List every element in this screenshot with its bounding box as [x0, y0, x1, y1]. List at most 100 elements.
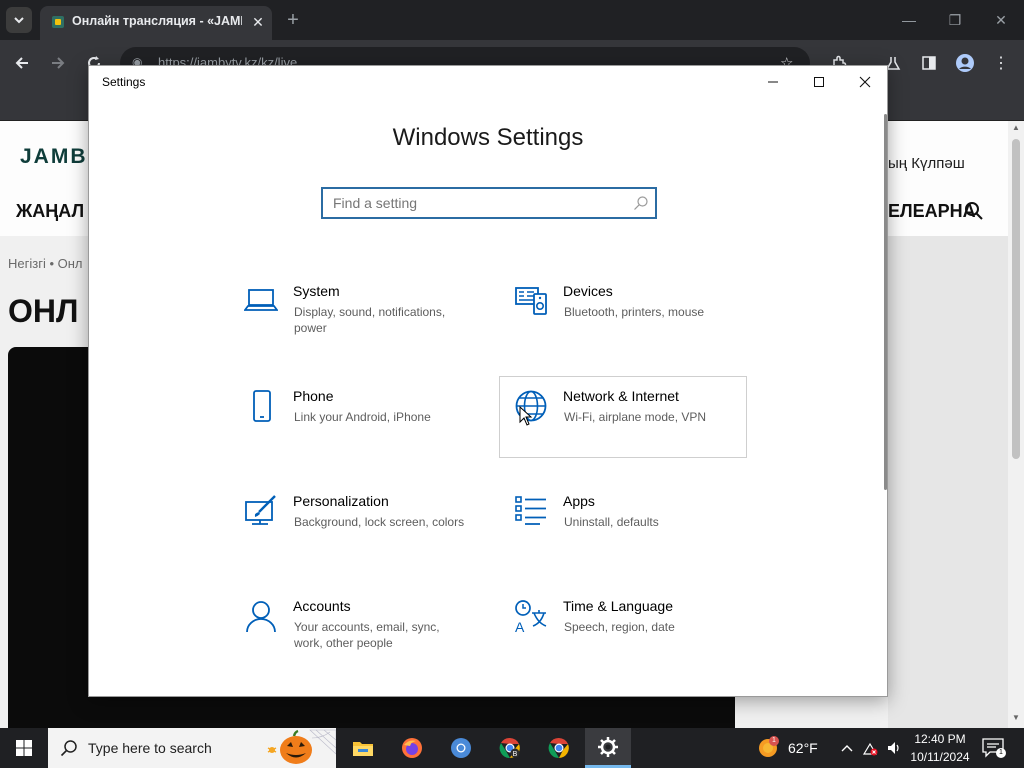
tile-title: Apps	[563, 493, 595, 509]
clock-date[interactable]: 10/11/2024	[904, 750, 976, 764]
taskbar-chrome-profile[interactable]: B	[487, 728, 533, 768]
tile-title: Time & Language	[563, 598, 673, 614]
network-disconnected-icon[interactable]	[862, 740, 878, 756]
nav-item-channels[interactable]: ЕЛЕАРНА	[888, 201, 976, 222]
tab-search-button[interactable]	[6, 7, 32, 33]
tile-title: System	[293, 283, 340, 299]
chevron-down-icon	[14, 17, 24, 24]
time-language-icon: A	[515, 600, 547, 633]
folder-icon	[353, 742, 373, 756]
apps-list-icon	[515, 496, 546, 525]
taskbar-firefox[interactable]	[389, 728, 435, 768]
paintbrush-icon	[245, 495, 276, 525]
notification-count-badge: 1	[996, 748, 1006, 758]
taskbar-chrome[interactable]	[536, 728, 582, 768]
tile-description: Link your Android, iPhone	[294, 410, 431, 424]
forward-arrow-icon[interactable]	[45, 50, 71, 76]
taskbar-search-placeholder: Type here to search	[88, 740, 212, 756]
search-highlight-pumpkin-icon	[267, 729, 336, 764]
site-search-icon[interactable]	[964, 201, 984, 221]
svg-text:A: A	[515, 619, 525, 633]
page-scrollbar[interactable]: ▲ ▼	[1008, 121, 1024, 728]
tile-phone[interactable]: Phone Link your Android, iPhone	[230, 377, 478, 459]
tile-description: Your accounts, email, sync, work, other …	[294, 620, 440, 650]
tile-apps[interactable]: Apps Uninstall, defaults	[500, 482, 748, 564]
profile-avatar-icon[interactable]	[952, 50, 978, 76]
weather-temperature[interactable]: 62°F	[788, 740, 818, 756]
settings-search-box[interactable]	[321, 187, 657, 219]
window-title: Settings	[102, 75, 146, 89]
browser-tab-strip: Онлайн трансляция - «JAMBY ✕ + — ❐ ✕	[0, 0, 1024, 40]
weather-badge: 1	[769, 736, 779, 746]
settings-search-input[interactable]	[323, 189, 623, 217]
breadcrumb[interactable]: Негізгі • Онл	[8, 256, 83, 271]
tile-title: Phone	[293, 388, 334, 404]
tile-description: Wi-Fi, airplane mode, VPN	[564, 410, 707, 424]
tile-time-language[interactable]: A Time & Language Speech, region, date	[500, 587, 748, 669]
taskbar-search-box[interactable]: Type here to search	[48, 728, 336, 768]
settings-scrollbar[interactable]	[884, 114, 887, 490]
close-button[interactable]	[842, 66, 888, 98]
tile-title: Devices	[563, 283, 613, 299]
settings-heading: Windows Settings	[392, 124, 584, 151]
browser-minimize-button[interactable]: —	[894, 8, 924, 32]
browser-close-button[interactable]: ✕	[986, 8, 1016, 32]
scroll-down-arrow-icon[interactable]: ▼	[1008, 713, 1024, 725]
tile-network-internet[interactable]: Network & Internet Wi-Fi, airplane mode,…	[499, 376, 747, 458]
settings-window: Settings Windows Settings System Display…	[88, 65, 888, 697]
volume-icon[interactable]	[886, 740, 902, 756]
mouse-pointer-icon	[519, 406, 533, 426]
svg-text:B: B	[513, 751, 518, 758]
gear-icon	[598, 736, 618, 757]
page-side-area	[888, 236, 1008, 728]
start-button[interactable]	[0, 728, 48, 768]
tile-description: Bluetooth, printers, mouse	[564, 305, 705, 319]
devices-icon	[515, 287, 547, 315]
chromium-icon	[451, 738, 471, 758]
search-icon[interactable]	[633, 195, 649, 211]
tile-title: Network & Internet	[563, 388, 679, 404]
tile-description: Uninstall, defaults	[564, 515, 659, 529]
tile-title: Personalization	[293, 493, 389, 509]
phone-icon	[253, 390, 271, 422]
settings-titlebar[interactable]: Settings	[89, 66, 887, 98]
close-icon	[859, 76, 871, 88]
minimize-button[interactable]	[750, 66, 796, 98]
firefox-icon	[402, 738, 422, 758]
tile-title: Accounts	[293, 598, 351, 614]
person-icon	[246, 601, 276, 633]
laptop-icon	[244, 289, 278, 311]
tab-title: Онлайн трансляция - «JAMBY	[72, 14, 242, 28]
tile-description: Speech, region, date	[564, 620, 675, 634]
tile-description: Display, sound, notifications, power	[294, 305, 446, 335]
tile-accounts[interactable]: Accounts Your accounts, email, sync, wor…	[230, 587, 478, 669]
minimize-icon	[768, 81, 778, 83]
side-panel-icon[interactable]	[916, 50, 942, 76]
page-title: ОНЛ	[8, 293, 79, 329]
back-arrow-icon[interactable]	[9, 50, 35, 76]
taskbar-settings[interactable]	[585, 728, 631, 768]
browser-menu-icon[interactable]: ⋮	[988, 50, 1014, 76]
nav-item-news[interactable]: ЖАҢАЛ	[16, 201, 84, 222]
tile-personalization[interactable]: Personalization Background, lock screen,…	[230, 482, 478, 564]
tile-description: Background, lock screen, colors	[294, 515, 465, 529]
taskbar-file-explorer[interactable]	[340, 728, 386, 768]
site-favicon-icon	[52, 16, 64, 28]
search-icon	[60, 740, 77, 757]
header-link[interactable]: ың Күлпәш	[888, 155, 965, 172]
tray-chevron-up-icon[interactable]	[839, 740, 855, 756]
clock-time[interactable]: 12:40 PM	[908, 732, 972, 746]
page-scroll-thumb[interactable]	[1012, 139, 1020, 459]
maximize-button[interactable]	[796, 66, 842, 98]
new-tab-button[interactable]: +	[282, 9, 304, 31]
windows-logo-icon	[16, 740, 32, 756]
tab-close-icon[interactable]: ✕	[248, 12, 268, 32]
chrome-profile-icon: B	[499, 737, 520, 759]
tile-devices[interactable]: Devices Bluetooth, printers, mouse	[500, 272, 748, 354]
browser-tab-active[interactable]: Онлайн трансляция - «JAMBY ✕	[40, 6, 272, 40]
taskbar-chromium[interactable]	[438, 728, 484, 768]
browser-restore-button[interactable]: ❐	[940, 8, 970, 32]
scroll-up-arrow-icon[interactable]: ▲	[1008, 123, 1024, 135]
tile-system[interactable]: System Display, sound, notifications, po…	[230, 272, 478, 354]
chrome-icon	[548, 737, 569, 759]
